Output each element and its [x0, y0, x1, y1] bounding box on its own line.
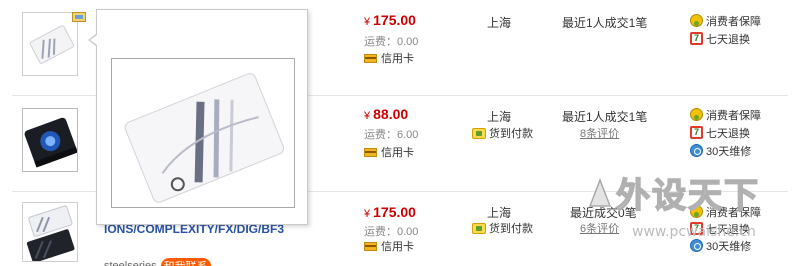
contact-seller-button[interactable]: 和我联系 [160, 258, 211, 266]
product-thumbnail[interactable] [22, 108, 78, 172]
cash-on-delivery-icon [472, 222, 486, 234]
image-zoom-icon[interactable] [72, 12, 86, 22]
brand-name[interactable]: steelseries [104, 260, 157, 266]
cash-on-delivery-icon [472, 127, 486, 139]
thirty-day-repair-icon [690, 144, 703, 157]
shipping-fee: 运费：6.00 [364, 129, 419, 141]
price: ¥175.00 [364, 12, 416, 28]
recent-deals: 最近1人成交1笔 [562, 16, 648, 30]
recent-deals: 最近1人成交1笔 [562, 110, 648, 124]
location: 上海 [487, 110, 512, 124]
site-watermark: 外设天下 www.pcwaishe.cn [586, 168, 762, 244]
service-return[interactable]: 7 七天退换 [690, 31, 750, 46]
service-return[interactable]: 7 七天退换 [690, 125, 750, 140]
seven-day-return-icon: 7 [690, 126, 703, 139]
location: 上海 [487, 206, 512, 220]
consumer-protection-icon [690, 14, 703, 27]
product-thumbnail[interactable] [22, 202, 78, 262]
preview-image [111, 58, 295, 208]
popup-pointer-inner [90, 35, 97, 45]
watermark-url: www.pcwaishe.cn [632, 224, 756, 240]
cash-on-delivery-badge: 货到付款 [472, 220, 533, 236]
price: ¥88.00 [364, 106, 409, 122]
credit-card-badge: 信用卡 [364, 50, 414, 66]
cash-on-delivery-badge: 货到付款 [472, 125, 533, 141]
credit-card-icon [364, 147, 377, 157]
watermark-text: 外设天下 [615, 175, 760, 217]
reviews-link[interactable]: 8条评价 [580, 125, 619, 141]
product-thumbnail[interactable] [22, 12, 78, 76]
service-guarantee[interactable]: 消费者保障 [690, 13, 761, 28]
seller-info: steelseries 和我联系 [104, 258, 211, 266]
shipping-fee: 运费：0.00 [364, 36, 419, 48]
location: 上海 [487, 16, 512, 30]
image-preview-popup [96, 9, 308, 225]
service-repair[interactable]: 30天维修 [690, 143, 751, 158]
watermark-logo-icon [588, 177, 612, 207]
credit-card-badge: 信用卡 [364, 238, 414, 254]
consumer-protection-icon [690, 108, 703, 121]
shipping-fee: 运费：0.00 [364, 226, 419, 238]
credit-card-badge: 信用卡 [364, 144, 414, 160]
seven-day-return-icon: 7 [690, 32, 703, 45]
credit-card-icon [364, 53, 377, 63]
price: ¥175.00 [364, 204, 416, 220]
credit-card-icon [364, 241, 377, 251]
service-guarantee[interactable]: 消费者保障 [690, 107, 761, 122]
